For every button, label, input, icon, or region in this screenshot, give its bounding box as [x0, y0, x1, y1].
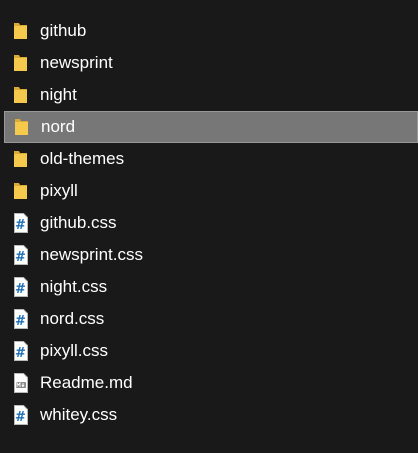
folder-row-night[interactable]: night	[0, 79, 418, 111]
folder-icon	[14, 87, 27, 103]
item-label: Readme.md	[40, 373, 133, 392]
file-explorer-pane: github newsprint night nord old-themes p…	[0, 0, 418, 453]
item-label: newsprint	[40, 53, 113, 72]
file-row-nord-css[interactable]: # nord.css	[0, 303, 418, 335]
folder-icon	[15, 119, 28, 135]
item-label: pixyll	[40, 181, 78, 200]
file-row-whitey-css[interactable]: # whitey.css	[0, 399, 418, 431]
folder-icon	[14, 23, 27, 39]
item-label: github	[40, 21, 87, 40]
css-file-icon: #	[14, 405, 28, 425]
css-file-icon: #	[14, 341, 28, 361]
css-file-icon: #	[14, 309, 28, 329]
folder-row-github[interactable]: github	[0, 15, 418, 47]
svg-text:#: #	[15, 346, 26, 361]
file-row-newsprint-css[interactable]: # newsprint.css	[0, 239, 418, 271]
file-row-pixyll-css[interactable]: # pixyll.css	[0, 335, 418, 367]
file-row-night-css[interactable]: # night.css	[0, 271, 418, 303]
item-label: whitey.css	[40, 405, 118, 424]
svg-text:#: #	[15, 282, 26, 297]
item-label: pixyll.css	[40, 341, 109, 360]
item-label: old-themes	[40, 149, 125, 168]
item-label: newsprint.css	[40, 245, 143, 264]
markdown-file-icon	[14, 373, 28, 393]
css-file-icon: #	[14, 245, 28, 265]
css-file-icon: #	[14, 213, 28, 233]
item-label: nord	[41, 117, 76, 136]
svg-text:#: #	[15, 250, 26, 265]
folder-icon	[14, 55, 27, 71]
svg-text:#: #	[15, 218, 26, 233]
folder-row-nord[interactable]: nord	[4, 111, 418, 143]
folder-row-old-themes[interactable]: old-themes	[0, 143, 418, 175]
file-list: github newsprint night nord old-themes p…	[0, 15, 418, 431]
svg-text:#: #	[15, 410, 26, 425]
item-label: night	[40, 85, 77, 104]
item-label: night.css	[40, 277, 108, 296]
css-file-icon: #	[14, 277, 28, 297]
folder-row-pixyll[interactable]: pixyll	[0, 175, 418, 207]
file-row-github-css[interactable]: # github.css	[0, 207, 418, 239]
folder-icon	[14, 151, 27, 167]
folder-icon	[14, 183, 27, 199]
item-label: nord.css	[40, 309, 105, 328]
item-label: github.css	[40, 213, 117, 232]
svg-text:#: #	[15, 314, 26, 329]
folder-row-newsprint[interactable]: newsprint	[0, 47, 418, 79]
file-row-readme-md[interactable]: Readme.md	[0, 367, 418, 399]
